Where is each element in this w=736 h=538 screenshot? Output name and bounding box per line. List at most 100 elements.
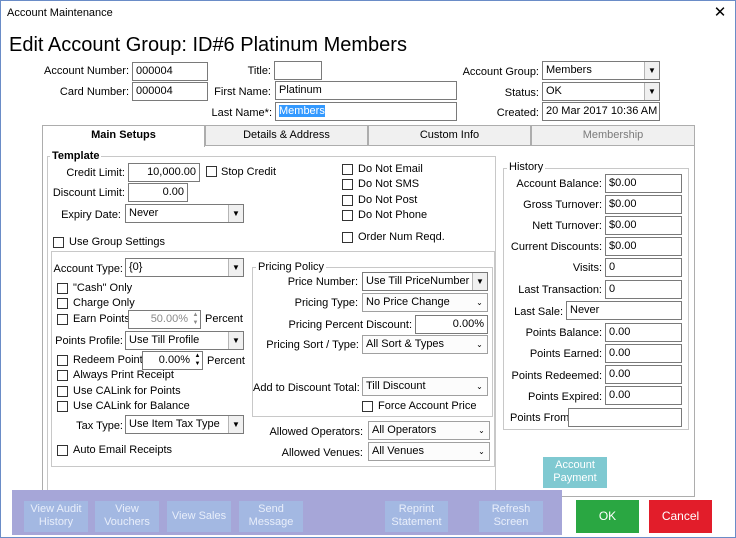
reprint-label-2: Statement: [391, 516, 442, 528]
redeem-points-checkbox[interactable]: [57, 355, 68, 366]
last-name-label: Last Name*:: [211, 107, 272, 119]
ok-button[interactable]: OK: [576, 500, 639, 533]
pricing-type-value: No Price Change: [366, 296, 450, 308]
force-account-price-label: Force Account Price: [378, 400, 477, 412]
points-earned-field: 0.00: [605, 344, 682, 363]
use-calink-points-checkbox[interactable]: [57, 386, 68, 397]
do-not-sms-checkbox[interactable]: [342, 179, 353, 190]
use-calink-balance-checkbox[interactable]: [57, 401, 68, 412]
pricing-sort-type-value: All Sort & Types: [366, 338, 445, 350]
do-not-post-checkbox[interactable]: [342, 195, 353, 206]
send-message-label-1: Send: [258, 503, 284, 515]
title-field[interactable]: [274, 61, 322, 80]
points-from-label: Points From:: [510, 412, 573, 424]
force-account-price-checkbox[interactable]: [362, 401, 373, 412]
chevron-down-icon: ⌄: [476, 340, 483, 349]
tab-custom-info[interactable]: Custom Info: [368, 125, 531, 146]
send-message-button[interactable]: Send Message: [239, 501, 303, 532]
redeem-points-label: Redeem Points: [73, 354, 149, 366]
tab-main-setups[interactable]: Main Setups: [42, 125, 205, 147]
order-num-reqd-checkbox[interactable]: [342, 232, 353, 243]
add-discount-total-label: Add to Discount Total:: [253, 382, 360, 394]
view-audit-history-button[interactable]: View Audit History: [24, 501, 88, 532]
refresh-screen-button[interactable]: Refresh Screen: [479, 501, 543, 532]
points-redeemed-field: 0.00: [605, 365, 682, 384]
add-discount-total-dropdown[interactable]: Till Discount ⌄: [362, 377, 488, 396]
first-name-label: First Name:: [214, 86, 271, 98]
cancel-button[interactable]: Cancel: [649, 500, 712, 533]
earn-points-label: Earn Points: [73, 313, 130, 325]
pricing-type-dropdown[interactable]: No Price Change ⌄: [362, 293, 488, 312]
card-number-field[interactable]: 000004: [132, 82, 208, 101]
last-name-field[interactable]: Members: [275, 102, 457, 121]
pricing-percent-discount-field[interactable]: 0.00%: [415, 315, 488, 334]
status-dropdown[interactable]: OK ▼: [542, 82, 660, 101]
earn-points-checkbox[interactable]: [57, 314, 68, 325]
title-bar: Account Maintenance ✕: [1, 1, 735, 25]
discount-limit-label: Discount Limit:: [52, 187, 125, 199]
page-title: Edit Account Group: ID#6 Platinum Member…: [9, 34, 407, 56]
points-expired-field: 0.00: [605, 386, 682, 405]
account-type-label: Account Type:: [53, 263, 123, 275]
price-number-dropdown[interactable]: Use Till PriceNumber ▼: [362, 272, 488, 291]
last-sale-field: Never: [566, 301, 682, 320]
spin-icon[interactable]: ▲ ▼: [193, 352, 202, 369]
tab-details-address[interactable]: Details & Address: [205, 125, 368, 146]
reprint-label-1: Reprint: [398, 503, 435, 515]
allowed-venues-dropdown[interactable]: All Venues ⌄: [368, 442, 490, 461]
window-title: Account Maintenance: [7, 7, 113, 19]
expiry-date-dropdown[interactable]: Never ▼: [125, 204, 244, 223]
tax-type-dropdown[interactable]: Use Item Tax Type ▼: [125, 415, 244, 434]
discount-limit-field[interactable]: 0.00: [128, 183, 188, 202]
dropdown-arrow-icon: ▼: [228, 259, 243, 276]
stop-credit-label: Stop Credit: [221, 166, 277, 178]
last-sale-label: Last Sale:: [514, 306, 563, 318]
allowed-operators-dropdown[interactable]: All Operators ⌄: [368, 421, 490, 440]
last-transaction-field: 0: [605, 280, 682, 299]
account-group-dropdown[interactable]: Members ▼: [542, 61, 660, 80]
always-print-receipt-checkbox[interactable]: [57, 370, 68, 381]
cash-only-checkbox[interactable]: [57, 283, 68, 294]
pricing-sort-type-dropdown[interactable]: All Sort & Types ⌄: [362, 335, 488, 354]
points-from-field[interactable]: [568, 408, 682, 427]
account-balance-label: Account Balance:: [516, 178, 602, 190]
first-name-field[interactable]: Platinum: [275, 81, 457, 100]
do-not-phone-label: Do Not Phone: [358, 209, 428, 221]
do-not-email-checkbox[interactable]: [342, 164, 353, 175]
view-vouchers-button[interactable]: View Vouchers: [95, 501, 159, 532]
account-type-dropdown[interactable]: {0} ▼: [125, 258, 244, 277]
do-not-sms-label: Do Not SMS: [358, 178, 420, 190]
do-not-phone-checkbox[interactable]: [342, 210, 353, 221]
pricing-policy-title: Pricing Policy: [256, 261, 327, 273]
tab-membership: Membership: [531, 125, 695, 146]
dropdown-arrow-icon: ▼: [472, 273, 487, 290]
account-payment-button[interactable]: Account Payment: [543, 457, 607, 488]
charge-only-label: Charge Only: [73, 297, 135, 309]
spin-icon[interactable]: ▲ ▼: [191, 311, 200, 328]
points-profile-dropdown[interactable]: Use Till Profile ▼: [125, 331, 244, 350]
view-sales-button[interactable]: View Sales: [167, 501, 231, 532]
account-number-field[interactable]: 000004: [132, 62, 208, 81]
card-number-label: Card Number:: [59, 86, 129, 98]
redeem-points-field[interactable]: 0.00% ▲ ▼: [142, 351, 203, 370]
stop-credit-checkbox[interactable]: [206, 166, 217, 177]
close-icon[interactable]: ✕: [711, 4, 729, 22]
tax-type-label: Tax Type:: [76, 420, 123, 432]
auto-email-receipts-checkbox[interactable]: [57, 445, 68, 456]
created-field: 20 Mar 2017 10:36 AM: [542, 102, 660, 121]
last-name-value: Members: [279, 105, 325, 117]
nett-turnover-field: $0.00: [605, 216, 682, 235]
expiry-date-value: Never: [129, 207, 159, 219]
status-value: OK: [546, 85, 562, 97]
account-balance-field: $0.00: [605, 174, 682, 193]
do-not-email-label: Do Not Email: [358, 163, 423, 175]
pricing-sort-type-label: Pricing Sort / Type:: [266, 339, 359, 351]
use-group-settings-checkbox[interactable]: [53, 237, 64, 248]
charge-only-checkbox[interactable]: [57, 298, 68, 309]
earn-points-field[interactable]: 50.00% ▲ ▼: [128, 310, 201, 329]
always-print-receipt-label: Always Print Receipt: [73, 369, 174, 381]
credit-limit-field[interactable]: 10,000.00: [128, 163, 200, 182]
reprint-statement-button[interactable]: Reprint Statement: [385, 501, 448, 532]
account-maintenance-window: Account Maintenance ✕ Edit Account Group…: [0, 0, 736, 538]
template-title: Template: [50, 150, 102, 162]
